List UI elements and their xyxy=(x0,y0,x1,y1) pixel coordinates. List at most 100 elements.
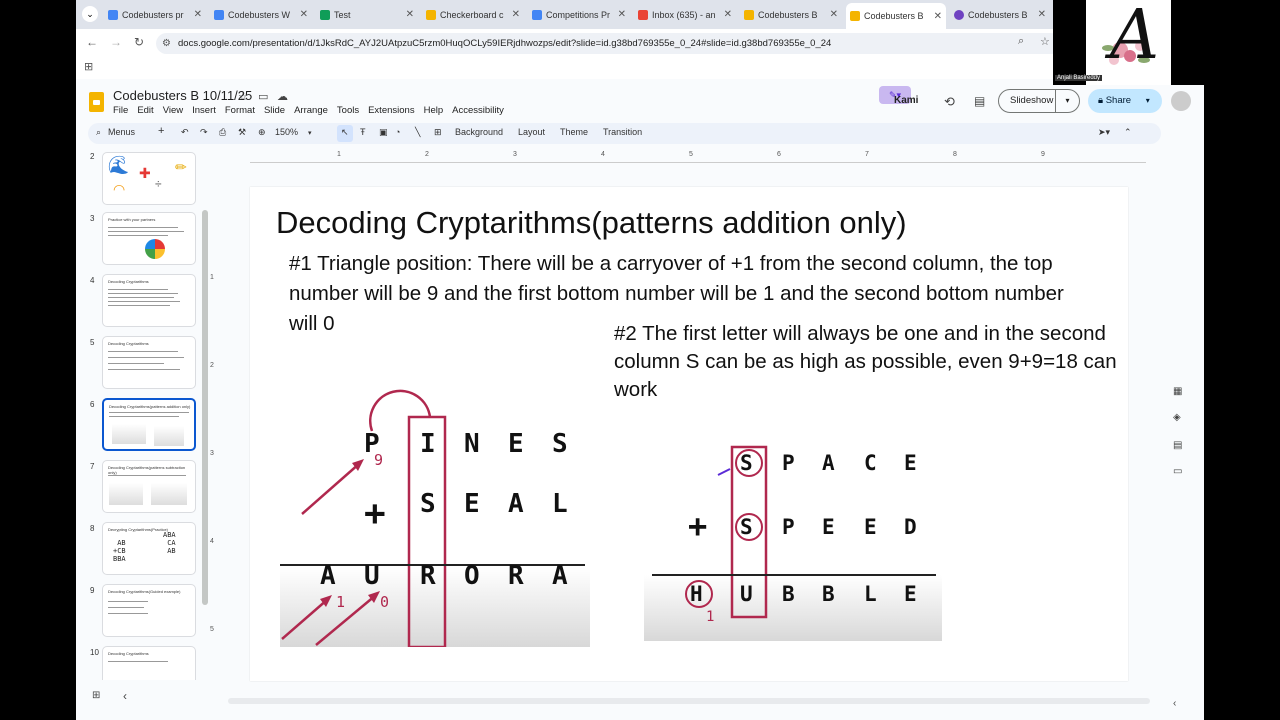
image-icon[interactable]: ▣ xyxy=(379,127,388,138)
redo-icon[interactable]: ↷ xyxy=(200,127,208,138)
browser-tab[interactable]: Codebusters pr ✕ xyxy=(104,4,206,25)
url-field[interactable]: ⚙ docs.google.com/presentation/d/1JksRdC_… xyxy=(156,33,1061,54)
slide-thumbnail[interactable]: Decoding Cryptarithms(patterns subtracti… xyxy=(102,460,196,513)
puzzle-image-pines[interactable]: P I N E S 9 + S E A L A U R O R A 1 0 xyxy=(280,377,590,647)
menu-arrange[interactable]: Arrange xyxy=(294,105,328,116)
menu-insert[interactable]: Insert xyxy=(192,105,216,116)
menu-format[interactable]: Format xyxy=(225,105,255,116)
browser-tab[interactable]: Checkerboard c ✕ xyxy=(422,4,524,25)
right-black-bar xyxy=(1204,0,1280,720)
puzzle-image-space[interactable]: S P A C E + S P E E D H U B B L E 1 xyxy=(644,435,942,641)
undo-icon[interactable]: ↶ xyxy=(181,127,189,138)
slide-thumbnail[interactable]: Decoding Cryptarithms(Guided example) xyxy=(102,584,196,637)
browser-tab[interactable]: Inbox (635) - an ✕ xyxy=(634,4,736,25)
chevron-down-icon[interactable]: ▾ xyxy=(1055,90,1079,112)
menu-extensions[interactable]: Extensions xyxy=(368,105,414,116)
slide-thumbnail[interactable]: 🌊︎ ✚ ◠ ÷ ✏ xyxy=(102,152,196,205)
star-icon[interactable]: ☆ xyxy=(238,90,248,103)
chevron-left-icon[interactable]: ‹ xyxy=(123,689,127,703)
transition-button[interactable]: Transition xyxy=(603,127,642,137)
theme-button[interactable]: Theme xyxy=(560,127,588,137)
slide-thumbnail[interactable]: Decoding Cryptarithms xyxy=(102,274,196,327)
shape-icon[interactable]: ◔ xyxy=(395,127,400,137)
pen-icon[interactable]: ➤▾ xyxy=(1098,127,1110,138)
slide-thumbnail[interactable]: Decoding Cryptarithms xyxy=(102,336,196,389)
slide-title[interactable]: Decoding Cryptarithms(patterns addition … xyxy=(276,205,907,241)
menu-tools[interactable]: Tools xyxy=(337,105,359,116)
text-line xyxy=(108,613,148,614)
chevron-down-icon[interactable]: ▾ xyxy=(308,129,312,137)
close-icon[interactable]: ✕ xyxy=(618,9,626,20)
text-line xyxy=(108,601,148,602)
close-icon[interactable]: ✕ xyxy=(1038,9,1046,20)
apps-grid-icon[interactable]: ⊞ xyxy=(84,60,93,73)
slide-thumbnail[interactable]: Decrypting Cryptarithms(Practice) AB +CB B… xyxy=(102,522,196,575)
menus-search[interactable]: Menus xyxy=(108,127,135,137)
slide-thumbnail[interactable]: Decoding Cryptarithms xyxy=(102,646,196,680)
close-icon[interactable]: ✕ xyxy=(406,9,414,20)
tab-search-button[interactable]: ⌄ xyxy=(82,6,98,22)
menu-accessibility[interactable]: Accessibility xyxy=(452,105,504,116)
search-icon[interactable]: ⌕ xyxy=(96,127,101,138)
bookmark-star-icon[interactable]: ☆ xyxy=(1040,35,1050,48)
slide-thumbnail[interactable]: Practice with your partners xyxy=(102,212,196,265)
menu-slide[interactable]: Slide xyxy=(264,105,285,116)
cloud-icon[interactable]: ☁ xyxy=(277,90,288,103)
keep-icon[interactable]: ◈ xyxy=(1173,412,1181,423)
close-icon[interactable]: ✕ xyxy=(300,9,308,20)
text-line xyxy=(108,475,186,476)
print-icon[interactable]: ⎙ xyxy=(219,127,226,138)
contacts-icon[interactable]: ▤ xyxy=(1173,440,1182,451)
comment-add-icon[interactable]: ⊞ xyxy=(434,127,442,138)
comment-icon[interactable]: ▤ xyxy=(974,94,985,108)
browser-tab[interactable]: Codebusters B ✕ xyxy=(950,4,1050,25)
avatar[interactable] xyxy=(1171,91,1191,111)
menu-view[interactable]: View xyxy=(163,105,183,116)
grid-view-icon[interactable]: ⊞ xyxy=(92,690,100,701)
chevron-left-icon[interactable]: ‹ xyxy=(1173,698,1176,709)
line-icon[interactable]: ╲ xyxy=(415,127,420,138)
slideshow-button[interactable]: Slideshow ▾ xyxy=(998,89,1080,113)
zoom-level[interactable]: 150% xyxy=(275,127,298,137)
browser-tab[interactable]: Test ✕ xyxy=(316,4,418,25)
paint-format-icon[interactable]: ⚒ xyxy=(238,127,246,138)
text-box-icon[interactable]: Ŧ xyxy=(360,127,366,137)
reload-icon[interactable]: ↻ xyxy=(134,35,144,49)
calendar-icon[interactable]: ▦ xyxy=(1173,386,1182,397)
close-icon[interactable]: ✕ xyxy=(724,9,732,20)
slides-logo-icon[interactable] xyxy=(89,92,104,112)
slide[interactable]: Decoding Cryptarithms(patterns addition … xyxy=(250,187,1128,681)
forward-icon[interactable]: → xyxy=(110,35,122,49)
select-arrow-icon[interactable]: ↖ xyxy=(341,127,349,138)
horizontal-scrollbar[interactable] xyxy=(228,698,1150,704)
background-button[interactable]: Background xyxy=(455,127,503,137)
share-button[interactable]: 🔒︎ Share ▾ xyxy=(1088,89,1162,113)
chevron-down-icon[interactable]: ▾ xyxy=(1146,96,1150,105)
slide-thumbnail-selected[interactable]: Decoding Cryptarithms(patterns addition … xyxy=(102,398,196,451)
browser-tab[interactable]: Competitions Pr ✕ xyxy=(528,4,630,25)
close-icon[interactable]: ✕ xyxy=(830,9,838,20)
menu-help[interactable]: Help xyxy=(424,105,444,116)
note-second-pattern[interactable]: #2 The first letter will always be one a… xyxy=(614,320,1126,404)
folder-icon[interactable]: ▭ xyxy=(258,90,268,103)
menu-file[interactable]: File xyxy=(113,105,128,116)
close-icon[interactable]: ✕ xyxy=(934,11,942,22)
slide-number: 3 xyxy=(90,214,95,223)
zoom-icon[interactable]: ⌕ xyxy=(1018,35,1024,48)
layout-button[interactable]: Layout xyxy=(518,127,545,137)
site-info-icon[interactable]: ⚙ xyxy=(162,33,171,54)
document-title[interactable]: Codebusters B 10/11/25 xyxy=(113,88,252,103)
close-icon[interactable]: ✕ xyxy=(512,9,520,20)
browser-tab[interactable]: Codebusters W ✕ xyxy=(210,4,312,25)
collapse-icon[interactable]: ⌃ xyxy=(1124,127,1132,138)
close-icon[interactable]: ✕ xyxy=(194,9,202,20)
annotation-digit: 0 xyxy=(380,593,390,611)
folder-icon[interactable]: ▭ xyxy=(1173,466,1182,477)
back-icon[interactable]: ← xyxy=(86,35,98,49)
zoom-icon[interactable]: ⊕ xyxy=(258,127,266,138)
add-icon[interactable]: + xyxy=(158,125,164,137)
browser-tab[interactable]: Codebusters B ✕ xyxy=(740,4,842,25)
history-icon[interactable]: ⟲ xyxy=(944,94,955,110)
browser-tab-active[interactable]: Codebusters B ✕ xyxy=(846,3,946,29)
menu-edit[interactable]: Edit xyxy=(137,105,153,116)
